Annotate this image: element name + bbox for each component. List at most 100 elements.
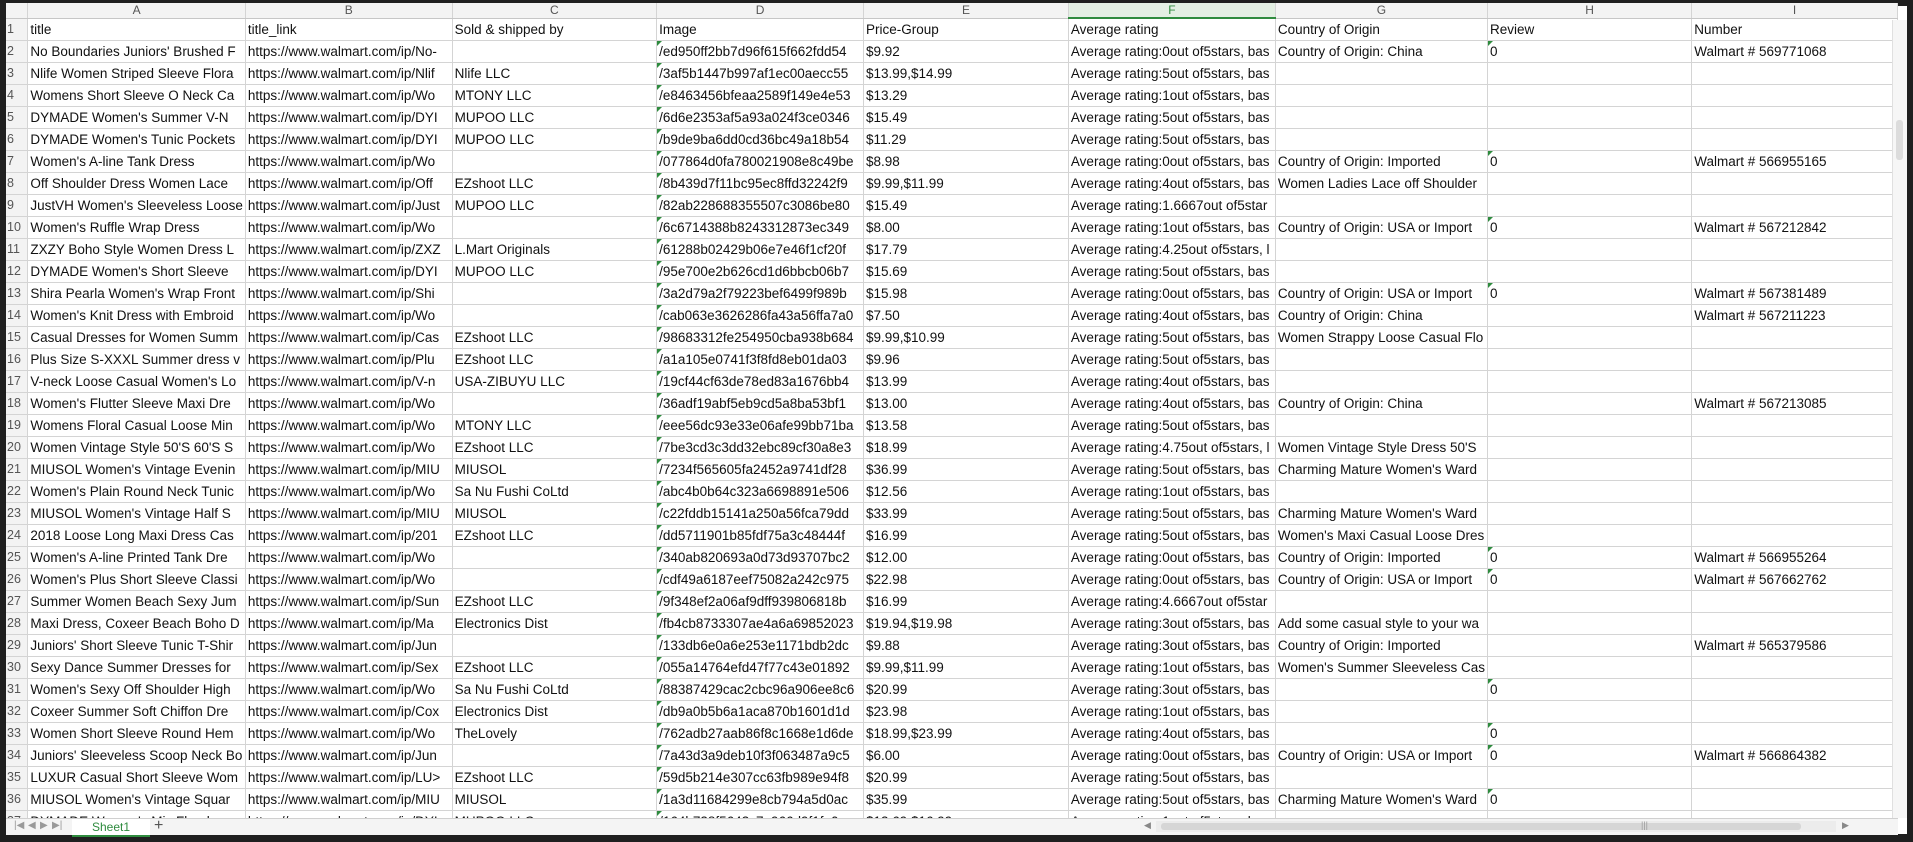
table-cell[interactable] <box>1275 700 1489 723</box>
table-cell[interactable]: Average rating:4out of5stars, bas <box>1068 172 1276 195</box>
table-cell[interactable]: Plus Size S-XXXL Summer dress v <box>27 348 246 371</box>
table-cell[interactable] <box>1691 700 1898 723</box>
table-cell[interactable]: https://www.walmart.com/ip/Wo <box>245 304 453 327</box>
table-cell[interactable] <box>1691 106 1898 129</box>
header-cell[interactable]: Review <box>1487 18 1693 41</box>
table-cell[interactable]: TheLovely <box>452 722 658 745</box>
table-cell[interactable] <box>1275 414 1489 437</box>
table-cell[interactable]: /8b439d7f11bc95ec8ffd32242f9 <box>656 172 864 195</box>
table-cell[interactable]: /a1a105e0741f3f8fd8eb01da03 <box>656 348 864 371</box>
table-cell[interactable]: Average rating:5out of5stars, bas <box>1068 524 1276 547</box>
table-cell[interactable]: Juniors' Short Sleeve Tunic T-Shir <box>27 634 246 657</box>
row-header[interactable]: 24 <box>6 524 29 547</box>
header-cell[interactable]: Average rating <box>1068 18 1276 41</box>
table-cell[interactable] <box>1691 502 1898 525</box>
table-cell[interactable]: https://www.walmart.com/ip/DYI <box>245 260 453 283</box>
table-cell[interactable]: LUXUR Casual Short Sleeve Wom <box>27 766 246 789</box>
table-cell[interactable] <box>1275 480 1489 503</box>
table-cell[interactable]: Country of Origin: China <box>1275 40 1489 63</box>
table-cell[interactable] <box>1275 370 1489 393</box>
table-cell[interactable] <box>452 634 658 657</box>
table-cell[interactable]: https://www.walmart.com/ip/Jun <box>245 744 453 767</box>
row-header[interactable]: 7 <box>6 150 29 173</box>
table-cell[interactable]: Walmart # 567381489 <box>1691 282 1898 305</box>
table-cell[interactable]: No Boundaries Juniors' Brushed F <box>27 40 246 63</box>
table-cell[interactable]: https://www.walmart.com/ip/Wo <box>245 414 453 437</box>
row-header[interactable]: 19 <box>6 414 29 437</box>
table-cell[interactable]: $22.98 <box>863 568 1069 591</box>
table-cell[interactable]: /59d5b214e307cc63fb989e94f8 <box>656 766 864 789</box>
table-cell[interactable]: /762adb27aab86f8c1668e1d6de <box>656 722 864 745</box>
table-cell[interactable]: Country of Origin: Imported <box>1275 150 1489 173</box>
table-cell[interactable] <box>1691 84 1898 107</box>
table-cell[interactable]: EZshoot LLC <box>452 524 658 547</box>
table-cell[interactable] <box>1487 612 1693 635</box>
table-cell[interactable]: JustVH Women's Sleeveless Loose <box>27 194 246 217</box>
row-header[interactable]: 4 <box>6 84 29 107</box>
table-cell[interactable]: https://www.walmart.com/ip/Cas <box>245 326 453 349</box>
row-header[interactable]: 12 <box>6 260 29 283</box>
table-cell[interactable]: DYMADE Women's Tunic Pockets <box>27 128 246 151</box>
table-cell[interactable]: MIUSOL Women's Vintage Squar <box>27 788 246 811</box>
first-sheet-icon[interactable]: |◀ <box>14 820 24 831</box>
table-cell[interactable]: Average rating:5out of5stars, bas <box>1068 788 1276 811</box>
table-cell[interactable] <box>1487 326 1693 349</box>
row-header[interactable]: 14 <box>6 304 29 327</box>
table-cell[interactable]: USA-ZIBUYU LLC <box>452 370 658 393</box>
header-cell[interactable]: Sold & shipped by <box>452 18 658 41</box>
table-cell[interactable]: $23.98 <box>863 700 1069 723</box>
table-cell[interactable]: /7be3cd3c3dd32ebc89cf30a8e3 <box>656 436 864 459</box>
table-cell[interactable] <box>1691 326 1898 349</box>
table-cell[interactable]: https://www.walmart.com/ip/Nlif <box>245 62 453 85</box>
row-header[interactable]: 33 <box>6 722 29 745</box>
table-cell[interactable]: Women Short Sleeve Round Hem <box>27 722 246 745</box>
table-cell[interactable] <box>1691 678 1898 701</box>
row-header[interactable]: 36 <box>6 788 29 811</box>
table-cell[interactable]: https://www.walmart.com/ip/DYI <box>245 128 453 151</box>
table-cell[interactable]: $15.49 <box>863 106 1069 129</box>
table-cell[interactable]: Women's Plus Short Sleeve Classi <box>27 568 246 591</box>
table-cell[interactable]: Average rating:5out of5stars, bas <box>1068 128 1276 151</box>
vertical-scrollbar[interactable] <box>1892 20 1907 818</box>
table-cell[interactable]: $13.99,$14.99 <box>863 62 1069 85</box>
table-cell[interactable]: /133db6e0a6e253e1171bdb2dc <box>656 634 864 657</box>
table-cell[interactable] <box>1275 128 1489 151</box>
table-cell[interactable]: Average rating:5out of5stars, bas <box>1068 502 1276 525</box>
table-cell[interactable]: Average rating:1out of5stars, bas <box>1068 700 1276 723</box>
vertical-scroll-thumb[interactable] <box>1896 120 1903 160</box>
prev-sheet-icon[interactable]: ◀ <box>28 820 36 831</box>
table-cell[interactable]: /dd5711901b85fdf75a3c48444f <box>656 524 864 547</box>
table-cell[interactable]: Women Strappy Loose Casual Flo <box>1275 326 1489 349</box>
table-cell[interactable]: Average rating:1out of5stars, bas <box>1068 84 1276 107</box>
table-cell[interactable]: MUPOO LLC <box>452 194 658 217</box>
table-cell[interactable]: $35.99 <box>863 788 1069 811</box>
table-cell[interactable]: Women's A-line Tank Dress <box>27 150 246 173</box>
table-cell[interactable]: $8.98 <box>863 150 1069 173</box>
table-cell[interactable]: Average rating:0out of5stars, bas <box>1068 546 1276 569</box>
table-cell[interactable]: $9.96 <box>863 348 1069 371</box>
table-cell[interactable]: $12.00 <box>863 546 1069 569</box>
table-cell[interactable]: EZshoot LLC <box>452 436 658 459</box>
table-cell[interactable] <box>1487 304 1693 327</box>
last-sheet-icon[interactable]: ▶| <box>52 820 62 831</box>
table-cell[interactable]: Average rating:4.25out of5stars, l <box>1068 238 1276 261</box>
table-cell[interactable] <box>1487 62 1693 85</box>
table-cell[interactable]: 0 <box>1487 216 1693 239</box>
table-cell[interactable] <box>1275 766 1489 789</box>
table-cell[interactable]: Walmart # 566864382 <box>1691 744 1898 767</box>
table-cell[interactable] <box>1487 414 1693 437</box>
table-cell[interactable] <box>1487 524 1693 547</box>
row-header[interactable]: 17 <box>6 370 29 393</box>
column-header-e[interactable]: E <box>863 3 1069 19</box>
row-header[interactable]: 21 <box>6 458 29 481</box>
table-cell[interactable]: https://www.walmart.com/ip/Wo <box>245 546 453 569</box>
table-cell[interactable]: https://www.walmart.com/ip/No- <box>245 40 453 63</box>
table-cell[interactable]: /61288b02429b06e7e46f1cf20f <box>656 238 864 261</box>
table-cell[interactable]: 0 <box>1487 546 1693 569</box>
table-cell[interactable]: Average rating:1out of5stars, bas <box>1068 216 1276 239</box>
table-cell[interactable]: https://www.walmart.com/ip/DYI <box>245 810 453 818</box>
header-cell[interactable]: title <box>27 18 246 41</box>
table-cell[interactable]: $19.94,$19.98 <box>863 612 1069 635</box>
table-cell[interactable]: $15.98 <box>863 282 1069 305</box>
table-cell[interactable] <box>1691 370 1898 393</box>
